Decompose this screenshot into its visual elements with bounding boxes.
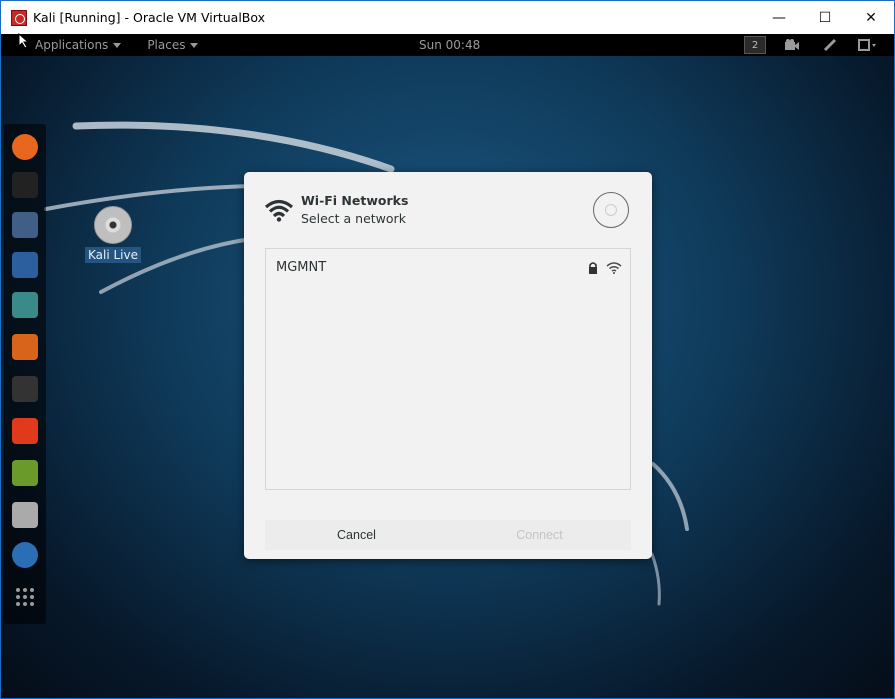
cherrytree-icon[interactable] [12, 502, 38, 528]
cancel-button[interactable]: Cancel [265, 520, 448, 550]
pen-icon[interactable] [818, 34, 842, 56]
faraday-icon[interactable] [12, 418, 38, 444]
downloader-icon[interactable] [12, 542, 38, 568]
wifi-icon [264, 199, 294, 222]
clock[interactable]: Sun 00:48 [419, 38, 480, 52]
connect-button[interactable]: Connect [448, 520, 631, 550]
network-row-mgmnt[interactable]: MGMNT [266, 249, 630, 287]
disc-icon [94, 206, 132, 244]
network-list: MGMNT [265, 248, 631, 490]
dialog-subtitle: Select a network [301, 211, 406, 226]
wifi-networks-dialog: Wi-Fi Networks Select a network MGMNT Ca… [244, 172, 652, 559]
close-button[interactable]: ✕ [848, 1, 894, 34]
virtualbox-icon [11, 9, 27, 26]
show-apps-icon[interactable] [12, 584, 38, 610]
refresh-spinner-icon [593, 192, 629, 228]
files-icon[interactable] [12, 212, 38, 238]
dialog-title: Wi-Fi Networks [301, 193, 409, 208]
leafpad-icon[interactable] [12, 460, 38, 486]
guest-desktop: Applications Places Sun 00:48 2 Kali Liv… [1, 34, 894, 698]
maximize-button[interactable]: ☐ [802, 1, 848, 34]
desktop-icon-label: Kali Live [85, 247, 141, 263]
firefox-icon[interactable] [12, 134, 38, 160]
places-label: Places [147, 38, 186, 52]
gnome-top-bar: Applications Places Sun 00:48 2 [1, 34, 894, 56]
burpsuite-icon[interactable] [12, 334, 38, 360]
maltego-icon[interactable] [12, 376, 38, 402]
wifi-signal-icon [606, 262, 622, 274]
metasploit-icon[interactable] [12, 252, 38, 278]
applications-label: Applications [35, 38, 109, 52]
virtualbox-window: Kali [Running] - Oracle VM VirtualBox — … [0, 0, 895, 699]
window-titlebar[interactable]: Kali [Running] - Oracle VM VirtualBox — … [1, 1, 894, 34]
armitage-icon[interactable] [12, 292, 38, 318]
power-menu-icon[interactable] [856, 34, 880, 56]
desktop-icon-kali-live[interactable]: Kali Live [85, 206, 141, 263]
window-title: Kali [Running] - Oracle VM VirtualBox [33, 10, 266, 25]
chevron-down-icon [113, 42, 122, 48]
favorites-dock [4, 124, 46, 624]
places-menu[interactable]: Places [147, 38, 199, 52]
camera-icon[interactable] [780, 34, 804, 56]
network-name: MGMNT [276, 260, 327, 275]
applications-menu[interactable]: Applications [35, 38, 122, 52]
mouse-cursor-icon [18, 33, 30, 49]
terminal-icon[interactable] [12, 172, 38, 198]
workspace-indicator[interactable]: 2 [744, 36, 766, 54]
minimize-button[interactable]: — [756, 1, 802, 34]
chevron-down-icon [190, 42, 199, 48]
lock-icon [589, 262, 597, 274]
